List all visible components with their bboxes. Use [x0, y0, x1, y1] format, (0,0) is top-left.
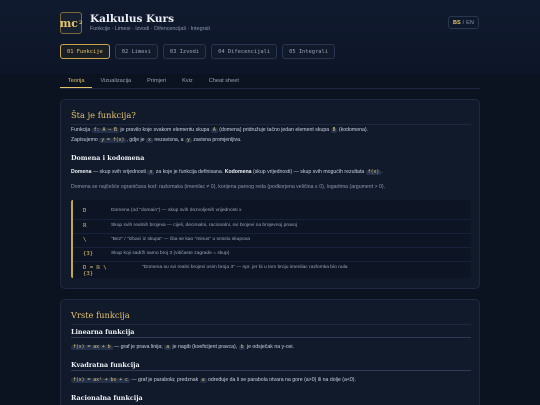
tab-kviz[interactable]: Kviz — [174, 74, 201, 88]
top-bar — [0, 0, 540, 74]
paragraph-domain-restrictions: Domena se najčešće ograničava kod: razlo… — [71, 184, 386, 190]
paragraph-domain: Domena — skup svih vrijednosti x za koje… — [71, 169, 383, 175]
symbol: D = ℝ \ {3} — [83, 265, 107, 277]
heading-linear: Linearna funkcija — [71, 328, 135, 336]
symbol-row: {3} Skup koji sadrži samo broj 3 (vitiča… — [73, 247, 471, 260]
chapter-izvodi[interactable]: 03 Izvodi — [162, 44, 207, 59]
language-switcher[interactable]: BS / EN — [448, 16, 479, 29]
symbol-row: ℝ Skup svih realnih brojeva — cijeli, de… — [73, 219, 471, 232]
chapter-difecencijali[interactable]: 04 Difecencijali — [211, 44, 278, 59]
tab-vizualizacija[interactable]: Vizualizacija — [92, 74, 139, 88]
paragraph-definition: Funkcija f: A → B je pravilo koje svakom… — [71, 127, 369, 133]
chapter-funkcije[interactable]: 01 Funkcije — [60, 44, 110, 59]
heading-domain: Domena i kodomena — [71, 154, 145, 162]
tab-cheat-sheet[interactable]: Cheat sheet — [201, 74, 247, 88]
symbol-description: Skup svih realnih brojeva — cijeli, deci… — [111, 223, 297, 228]
lang-en[interactable]: EN — [466, 20, 474, 26]
divider — [71, 324, 471, 325]
symbol-row: D = ℝ \ {3} "Domena su svi realni brojev… — [73, 261, 471, 277]
chapter-limesi[interactable]: 02 Limesi — [114, 44, 158, 59]
app-logo: mc 2 — [60, 12, 82, 34]
lang-bs[interactable]: BS — [453, 20, 461, 26]
section-tabs: Teorija Vizualizacija Primjeri Kviz Chea… — [60, 74, 480, 89]
tab-primjeri[interactable]: Primjeri — [139, 74, 174, 88]
symbol-legend: D Domena (od "domain") — skup svih dozvo… — [71, 200, 471, 278]
symbol-row: \ "Bez" / "izbaci iz skupa" — čita se ka… — [73, 233, 471, 246]
symbol-description: Skup koji sadrži samo broj 3 (vitičaste … — [111, 251, 230, 256]
symbol-description: Domena (od "domain") — skup svih dozvolj… — [111, 208, 242, 213]
app-title: Kalkulus Kurs — [90, 13, 174, 25]
tab-teorija[interactable]: Teorija — [60, 74, 93, 88]
paragraph-linear: f(x) = ax + b — graf je prava linija; a … — [71, 344, 294, 350]
symbol-description: "Domena su svi realni brojevi osim broja… — [142, 265, 348, 270]
card-function-types: Vrste funkcija Linearna funkcija f(x) = … — [60, 299, 480, 405]
heading-quadratic: Kvadratna funkcija — [71, 361, 140, 369]
separator — [71, 337, 471, 338]
app-subtitle: Funkcije · Limesi · Izvodi · Difencencij… — [90, 26, 210, 32]
card-title: Šta je funkcija? — [71, 110, 136, 120]
separator — [71, 370, 471, 371]
paragraph-quadratic: f(x) = ax² + bx + c — graf je parabola; … — [71, 377, 356, 383]
chapter-integrali[interactable]: 05 Integrali — [282, 44, 336, 59]
symbol-row: D Domena (od "domain") — skup svih dozvo… — [73, 205, 471, 218]
card-what-is-function: Šta je funkcija? Funkcija f: A → B je pr… — [60, 99, 480, 289]
divider — [71, 124, 471, 125]
paragraph-notation: Zapisujemo y = f(x), gdje je x nezavisna… — [71, 137, 242, 143]
card-title: Vrste funkcija — [71, 310, 130, 320]
chapter-nav: 01 Funkcije 02 Limesi 03 Izvodi 04 Difec… — [60, 44, 336, 59]
heading-rational: Racionalna funkcija — [71, 394, 143, 402]
symbol-description: "Bez" / "izbaci iz skupa" — čita se kao … — [111, 237, 250, 242]
